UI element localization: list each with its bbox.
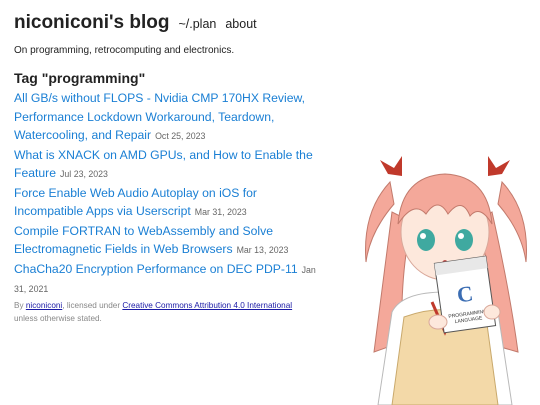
license-link[interactable]: Creative Commons Attribution 4.0 Interna… (122, 301, 292, 310)
site-title-link[interactable]: niconiconi's blog (14, 12, 169, 34)
nav-link-about[interactable]: about (225, 17, 256, 31)
post-date: Jul 23, 2023 (60, 169, 108, 179)
post-link[interactable]: What is XNACK on AMD GPUs, and How to En… (14, 148, 313, 181)
footer-by: By (14, 301, 24, 310)
mascot-illustration: C PROGRAMMING LANGUAGE (365, 156, 527, 405)
footer-rest: unless otherwise stated. (14, 313, 102, 323)
tag-heading: Tag "programming" (14, 70, 146, 86)
post-item: What is XNACK on AMD GPUs, and How to En… (14, 146, 326, 184)
post-item: Force Enable Web Audio Autoplay on iOS f… (14, 184, 326, 222)
nav-link-plan[interactable]: ~/.plan (178, 17, 216, 31)
post-item: ChaCha20 Encryption Performance on DEC P… (14, 260, 326, 299)
post-date: Oct 25, 2023 (155, 131, 206, 141)
post-list: All GB/s without FLOPS - Nvidia CMP 170H… (14, 89, 326, 299)
site-tagline: On programming, retrocomputing and elect… (14, 45, 235, 56)
license-footer: By niconiconi, licensed under Creative C… (14, 300, 334, 325)
footer-licensed: , licensed under (62, 301, 121, 310)
post-link[interactable]: ChaCha20 Encryption Performance on DEC P… (14, 262, 298, 276)
post-date: Mar 31, 2023 (194, 207, 247, 217)
post-link[interactable]: Compile FORTRAN to WebAssembly and Solve… (14, 224, 273, 257)
author-link[interactable]: niconiconi (26, 301, 62, 310)
post-item: Compile FORTRAN to WebAssembly and Solve… (14, 222, 326, 260)
site-header: niconiconi's blog ~/.plan about (14, 12, 257, 34)
post-date: Mar 13, 2023 (236, 245, 289, 255)
post-item: All GB/s without FLOPS - Nvidia CMP 170H… (14, 89, 326, 146)
blog-page: niconiconi's blog ~/.plan about On progr… (0, 0, 540, 405)
